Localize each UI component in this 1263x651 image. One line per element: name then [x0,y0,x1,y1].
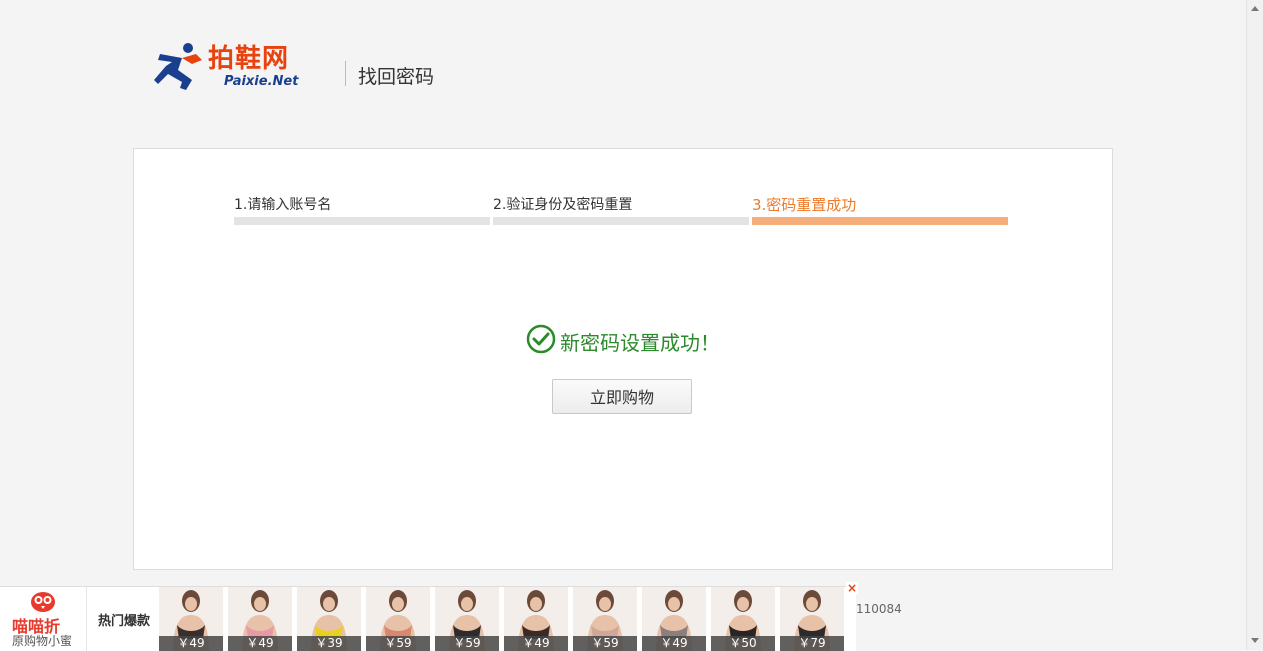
product-thumbnail[interactable]: ￥49 [504,587,568,651]
footer-text: 110084 [856,602,902,616]
check-circle-icon [526,324,556,354]
owl-logo-icon [31,592,55,612]
product-price: ￥50 [711,636,775,651]
runner-logo-icon [154,43,202,90]
product-price: ￥59 [435,636,499,651]
product-thumbnail[interactable]: ￥49 [642,587,706,651]
scroll-up-arrow-icon[interactable] [1251,6,1259,11]
product-price: ￥59 [573,636,637,651]
step-1: 1.请输入账号名 [234,194,490,225]
step-1-progress-bar [234,217,490,225]
step-2-progress-bar [493,217,749,225]
product-price: ￥49 [159,636,223,651]
scroll-down-arrow-icon[interactable] [1251,638,1259,643]
product-thumbnail[interactable]: ￥59 [435,587,499,651]
product-thumbnail[interactable]: ￥59 [573,587,637,651]
page-title: 找回密码 [358,66,435,88]
product-price: ￥59 [366,636,430,651]
shop-now-button[interactable]: 立即购物 [552,379,692,414]
product-thumbnail[interactable]: ￥39 [297,587,361,651]
close-icon[interactable]: × [846,582,858,594]
hot-items-label: 热门爆款 [98,614,151,629]
step-2-label: 2.验证身份及密码重置 [493,197,633,213]
reset-password-card: 1.请输入账号名 2.验证身份及密码重置 3.密码重置成功 新密码设置成功！ 立… [133,148,1113,570]
step-3: 3.密码重置成功 [752,194,1008,225]
step-3-progress-bar [752,217,1008,225]
step-1-label: 1.请输入账号名 [234,197,332,213]
product-thumbnail[interactable]: ￥50 [711,587,775,651]
step-2: 2.验证身份及密码重置 [493,194,749,225]
product-thumbnail[interactable]: ￥79 [780,587,844,651]
brand-subtitle: 原购物小蜜 [12,634,73,648]
product-thumbnail[interactable]: ￥49 [228,587,292,651]
success-message: 新密码设置成功！ [560,331,720,355]
product-thumbnail[interactable]: ￥49 [159,587,223,651]
product-price: ￥49 [504,636,568,651]
miaomiaozhe-brand[interactable]: 喵喵折 原购物小蜜 [0,587,87,651]
product-price: ￥39 [297,636,361,651]
vertical-scrollbar[interactable] [1246,0,1263,650]
product-thumbnail[interactable]: ￥59 [366,587,430,651]
product-price: ￥49 [642,636,706,651]
paixie-logo[interactable]: 拍鞋网 Paixie.Net [152,36,328,98]
step-3-label: 3.密码重置成功 [752,196,857,214]
promo-bar: 喵喵折 原购物小蜜 热门爆款 ￥49 ￥49 ￥39 ￥59 ￥59 ￥49 ￥59 ￥49 ￥… [0,586,856,651]
logo-text-en: Paixie.Net [224,74,299,89]
logo-text-cn: 拍鞋网 [208,44,290,74]
product-price: ￥49 [228,636,292,651]
product-price: ￥79 [780,636,844,651]
header-divider [345,61,346,86]
